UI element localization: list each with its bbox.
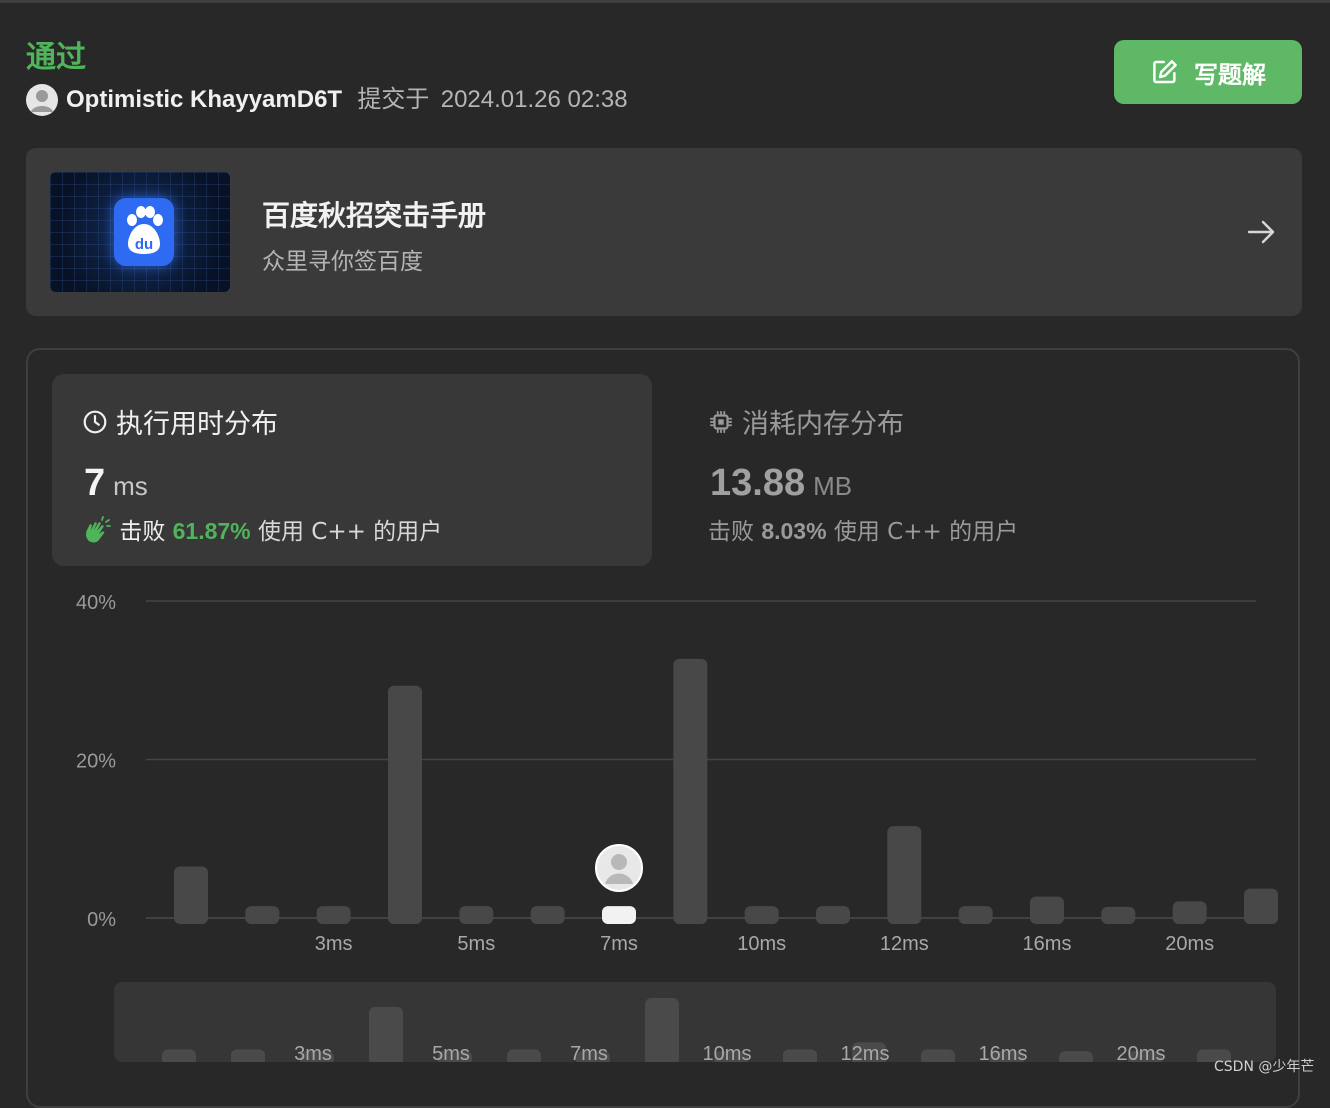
bar xyxy=(530,906,565,924)
mini-bar xyxy=(921,1049,955,1062)
mini-bar xyxy=(507,1049,541,1062)
mini-bar xyxy=(1059,1051,1093,1062)
mini-bar xyxy=(783,1049,817,1062)
bar xyxy=(816,906,850,924)
bar xyxy=(174,866,208,924)
bar xyxy=(459,906,494,924)
bar xyxy=(388,685,422,924)
bar xyxy=(1244,888,1278,924)
bar xyxy=(1101,906,1136,924)
x-tick-label: 16ms xyxy=(1023,933,1072,955)
mini-bar xyxy=(369,1006,403,1062)
y-tick-label: 0% xyxy=(87,909,116,931)
user-marker-head xyxy=(611,854,627,870)
mini-x-tick-label: 10ms xyxy=(703,1043,752,1062)
x-tick-label: 5ms xyxy=(457,933,495,955)
chart-range-selector[interactable]: 3ms 5ms 7ms 10ms 12ms 16ms 20ms xyxy=(114,982,1276,1062)
bar xyxy=(744,906,779,924)
y-tick-label: 40% xyxy=(76,592,116,614)
bar xyxy=(245,906,280,924)
x-tick-label: 3ms xyxy=(315,933,353,955)
bar xyxy=(1030,896,1064,924)
mini-bar xyxy=(231,1049,265,1062)
bar xyxy=(1172,901,1207,924)
mini-bar xyxy=(162,1049,196,1062)
y-tick-label: 20% xyxy=(76,751,116,773)
mini-x-tick-label: 7ms xyxy=(570,1043,608,1062)
bar xyxy=(958,906,993,924)
mini-bar xyxy=(645,998,679,1062)
mini-x-tick-label: 12ms xyxy=(841,1043,890,1062)
bar xyxy=(673,658,708,924)
mini-x-tick-label: 5ms xyxy=(432,1043,470,1062)
mini-x-tick-label: 20ms xyxy=(1117,1043,1166,1062)
bar xyxy=(887,826,922,924)
watermark: CSDN @少年芒 xyxy=(1214,1059,1315,1075)
mini-x-tick-label: 16ms xyxy=(979,1043,1028,1062)
bar xyxy=(316,906,351,924)
x-tick-label: 10ms xyxy=(737,933,786,955)
bar-highlight xyxy=(602,906,636,924)
runtime-distribution-chart: 40% 20% 0% 3ms 5ms 7ms 10ms 12ms 16ms 20ms xyxy=(76,592,1278,955)
x-tick-label: 12ms xyxy=(880,933,929,955)
mini-chart: 3ms 5ms 7ms 10ms 12ms 16ms 20ms xyxy=(162,998,1231,1062)
x-tick-label: 7ms xyxy=(600,933,638,955)
mini-x-tick-label: 3ms xyxy=(294,1043,332,1062)
x-tick-label: 20ms xyxy=(1165,933,1214,955)
